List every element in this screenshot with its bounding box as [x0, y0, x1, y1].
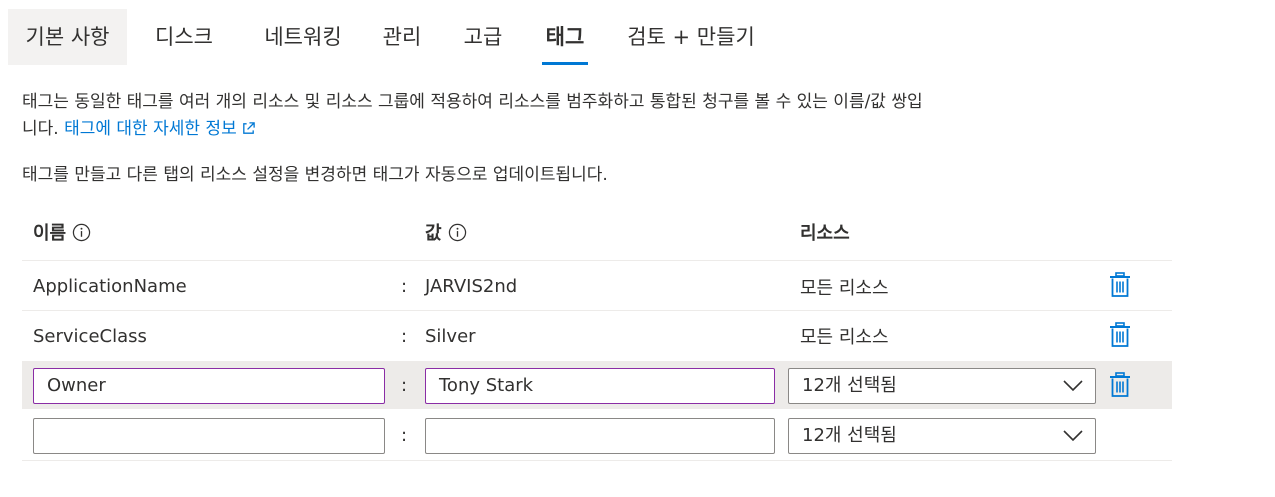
- resource-select[interactable]: 12개 선택됨: [788, 368, 1096, 404]
- tag-value: Silver: [425, 326, 476, 347]
- tags-update-note: 태그를 만들고 다른 탭의 리소스 설정을 변경하면 태그가 자동으로 업데이트…: [22, 165, 608, 185]
- new-tag-value-input[interactable]: [425, 418, 775, 454]
- tags-description-cont: 니다. 태그에 대한 자세한 정보: [22, 114, 256, 139]
- learn-more-link-label: 태그에 대한 자세한 정보: [64, 119, 237, 139]
- row-divider: [22, 460, 1172, 461]
- new-resource-select[interactable]: 12개 선택됨: [788, 418, 1096, 454]
- description-line2: 니다.: [22, 119, 59, 139]
- info-icon[interactable]: [72, 223, 91, 242]
- new-tag-name-input[interactable]: [33, 418, 385, 454]
- tab-networking[interactable]: 네트워킹: [253, 9, 353, 65]
- column-header-name: 이름: [33, 219, 91, 245]
- tag-resource: 모든 리소스: [800, 278, 889, 299]
- tag-name: ServiceClass: [33, 326, 147, 347]
- tab-tags[interactable]: 태그: [542, 9, 588, 65]
- separator: :: [401, 425, 408, 446]
- info-icon[interactable]: [448, 223, 467, 242]
- new-resource-select-value: 12개 선택됨: [802, 425, 897, 446]
- tab-bar: 기본 사항 디스크 네트워킹 관리 고급 태그 검토 + 만들기: [8, 9, 1268, 65]
- tab-advanced[interactable]: 고급: [459, 9, 507, 65]
- separator: :: [401, 326, 408, 347]
- trash-icon[interactable]: [1108, 272, 1132, 298]
- tab-review-create[interactable]: 검토 + 만들기: [621, 9, 761, 65]
- tag-value: JARVIS2nd: [425, 276, 518, 297]
- tag-value-input[interactable]: Tony Stark: [425, 368, 775, 404]
- row-divider: [22, 260, 1172, 261]
- tag-resource: 모든 리소스: [800, 327, 889, 348]
- resource-select-value: 12개 선택됨: [802, 375, 897, 396]
- tab-disks[interactable]: 디스크: [144, 9, 224, 65]
- learn-more-link[interactable]: 태그에 대한 자세한 정보: [64, 119, 256, 139]
- tags-description: 태그는 동일한 태그를 여러 개의 리소스 및 리소스 그룹에 적용하여 리소스…: [22, 92, 923, 112]
- tab-basics[interactable]: 기본 사항: [8, 9, 127, 65]
- external-link-icon: [242, 122, 255, 134]
- chevron-down-icon: [1063, 380, 1083, 392]
- row-divider: [22, 310, 1172, 311]
- column-header-value-label: 값: [425, 223, 442, 244]
- tag-name-input[interactable]: Owner: [33, 368, 385, 404]
- trash-icon[interactable]: [1108, 322, 1132, 348]
- tag-name: ApplicationName: [33, 276, 187, 297]
- tab-management[interactable]: 관리: [378, 9, 426, 65]
- column-header-value: 값: [425, 219, 467, 245]
- separator: :: [401, 375, 408, 396]
- separator: :: [401, 276, 408, 297]
- column-header-name-label: 이름: [33, 223, 67, 244]
- chevron-down-icon: [1063, 430, 1083, 442]
- trash-icon[interactable]: [1108, 372, 1132, 398]
- column-header-resource: 리소스: [800, 223, 850, 244]
